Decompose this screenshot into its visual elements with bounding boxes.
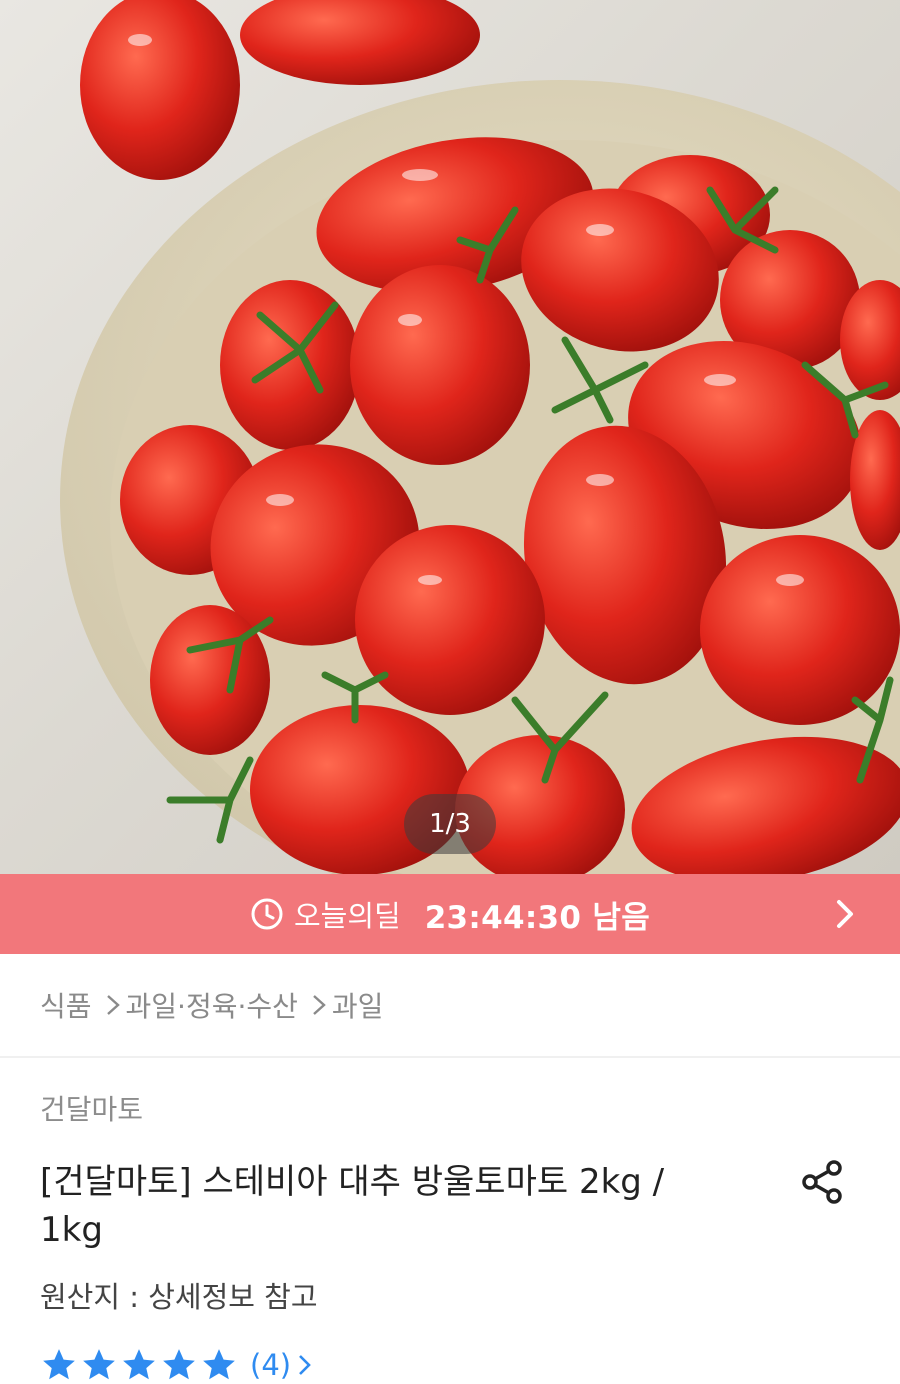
breadcrumb-item[interactable]: 과일·정육·수산 (126, 985, 298, 1025)
todays-deal-bar[interactable]: 오늘의딜 23:44:30 남음 (0, 874, 900, 954)
breadcrumb-item[interactable]: 과일 (332, 985, 384, 1025)
review-count[interactable]: (4) (250, 1348, 291, 1382)
deal-countdown-timer: 23:44:30 남음 (424, 899, 651, 936)
star-icon (83, 1349, 115, 1380)
image-page-indicator: 1/3 (404, 794, 496, 854)
seller-name[interactable]: 건달마토 (40, 1088, 860, 1128)
product-info: 건달마토 [건달마토] 스테비아 대추 방울토마토 2kg / 1kg 원산지 … (0, 1058, 900, 1384)
chevron-right-icon (312, 994, 326, 1016)
star-icon (123, 1349, 155, 1380)
star-icon (43, 1349, 75, 1380)
origin-info: 원산지 : 상세정보 참고 (40, 1280, 318, 1314)
product-image-carousel[interactable]: 1/3 (0, 0, 900, 874)
chevron-right-icon (106, 994, 120, 1016)
star-icon (163, 1349, 195, 1380)
chevron-right-icon[interactable] (295, 1352, 315, 1378)
share-icon[interactable] (798, 1158, 846, 1206)
clock-icon (251, 898, 283, 930)
deal-label: 오늘의딜 (293, 899, 401, 933)
tomato-product-photo (60, 0, 900, 874)
rating-row[interactable]: (4) (40, 1346, 860, 1384)
breadcrumb-item[interactable]: 식품 (40, 985, 92, 1025)
product-title: [건달마토] 스테비아 대추 방울토마토 2kg / 1kg (40, 1162, 665, 1250)
chevron-right-icon[interactable] (828, 897, 862, 931)
breadcrumb: 식품 과일·정육·수산 과일 (0, 954, 900, 1058)
star-icon (203, 1349, 235, 1380)
